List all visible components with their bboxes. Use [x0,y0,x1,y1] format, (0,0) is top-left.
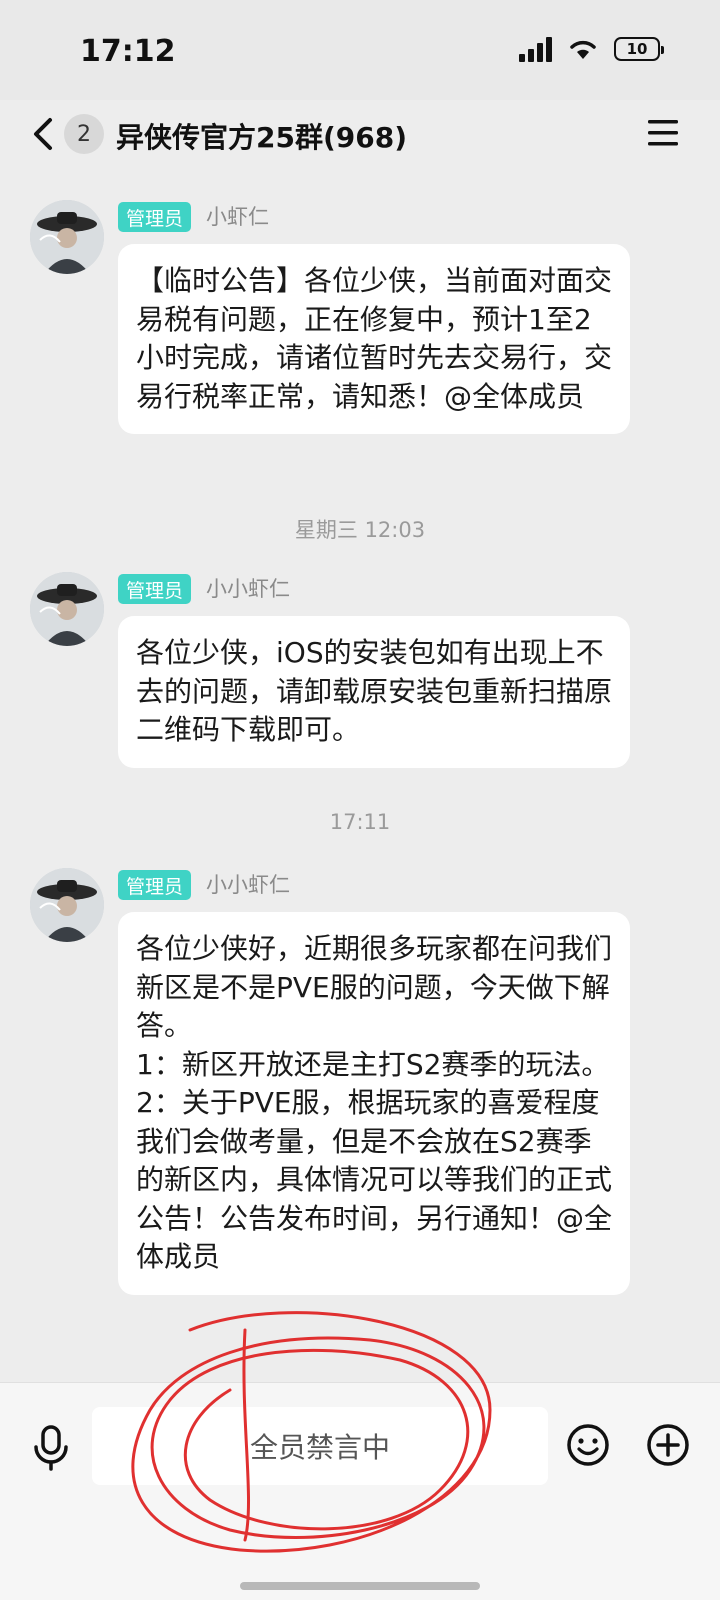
wifi-icon [570,40,596,59]
message-bubble[interactable]: 各位少侠，iOS的安装包如有出现上不去的问题，请卸载原安装包重新扫描原二维码下载… [118,616,630,768]
plus-icon[interactable] [646,1423,690,1467]
emoji-icon[interactable] [566,1423,610,1467]
menu-icon[interactable] [646,116,680,150]
sender-name[interactable]: 小小虾仁 [206,574,290,604]
avatar-image [30,200,104,274]
microphone-icon[interactable] [30,1425,72,1471]
input-bar: 全员禁言中 [0,1382,720,1600]
avatar[interactable] [30,868,104,942]
home-indicator [240,1582,480,1590]
status-icons: 10 [519,36,664,62]
message-input-muted[interactable]: 全员禁言中 [92,1407,548,1485]
admin-badge: 管理员 [118,202,192,232]
battery-level: 10 [626,40,648,58]
avatar[interactable] [30,572,104,646]
message-bubble[interactable]: 【临时公告】各位少侠，当前面对面交易税有问题，正在修复中，预计1至2小时完成，请… [118,244,630,434]
group-title: 异侠传官方25群(968) [116,121,408,154]
message-timestamp: 17:11 [329,810,391,834]
sender-name[interactable]: 小虾仁 [206,202,269,232]
avatar-image [30,868,104,942]
avatar-image [30,572,104,646]
signal-icon [519,36,552,62]
sender-name[interactable]: 小小虾仁 [206,870,290,900]
back-icon[interactable] [24,114,64,154]
unread-count-badge[interactable]: 2 [64,114,104,154]
message-timestamp: 星期三 12:03 [294,518,426,542]
battery-icon: 10 [614,37,664,61]
admin-badge: 管理员 [118,574,192,604]
chat-header: 2 异侠传官方25群(968) [0,100,720,170]
admin-badge: 管理员 [118,870,192,900]
message-list[interactable]: 管理员 小虾仁 【临时公告】各位少侠，当前面对面交易税有问题，正在修复中，预计1… [0,170,720,1382]
status-bar: 17:12 10 [0,0,720,100]
avatar[interactable] [30,200,104,274]
message-bubble[interactable]: 各位少侠好，近期很多玩家都在问我们新区是不是PVE服的问题，今天做下解答。 1：… [118,912,630,1295]
status-time: 17:12 [80,34,176,69]
